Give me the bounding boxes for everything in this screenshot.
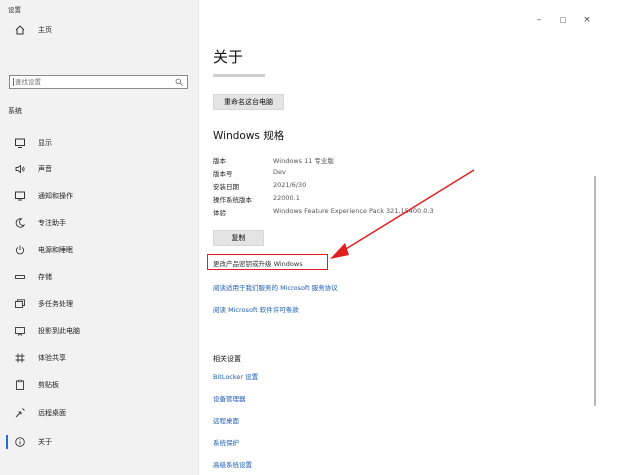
- remote-desktop-link[interactable]: 远程桌面: [213, 415, 239, 425]
- home-icon: [14, 24, 26, 36]
- windows-specs-heading: Windows 规格: [213, 130, 285, 142]
- minimize-button[interactable]: –: [532, 13, 546, 27]
- search-input[interactable]: [15, 77, 170, 87]
- search-box[interactable]: [9, 75, 188, 89]
- rename-pc-button[interactable]: 重命名这台电脑: [213, 94, 284, 110]
- sidebar-item-home[interactable]: 主页: [0, 20, 198, 40]
- main-content: – □ × 关于 重命名这台电脑 Windows 规格 版本 Windows 1…: [199, 0, 619, 475]
- window-title: 设置: [8, 6, 21, 14]
- sidebar-item-sound[interactable]: 声音: [0, 159, 198, 179]
- sidebar-item-notifications[interactable]: 通知和操作: [0, 186, 198, 206]
- sidebar-item-label: 显示: [38, 139, 52, 147]
- sidebar-item-label: 声音: [38, 165, 52, 173]
- sidebar-item-label: 投影到此电脑: [38, 327, 80, 335]
- remote-desktop-icon: [14, 407, 26, 419]
- sidebar-item-focus-assist[interactable]: 专注助手: [0, 213, 198, 233]
- spec-label: 版本: [213, 157, 226, 165]
- service-agreement-link[interactable]: 阅读适用于我们服务的 Microsoft 服务协议: [213, 282, 338, 292]
- info-icon: [14, 436, 26, 448]
- spec-label: 安装日期: [213, 183, 239, 191]
- sidebar-item-projection[interactable]: 投影到此电脑: [0, 321, 198, 341]
- sidebar-item-label: 多任务处理: [38, 300, 73, 308]
- storage-icon: [14, 271, 26, 283]
- spec-label: 体验: [213, 209, 226, 217]
- section-title-system: 系统: [8, 107, 22, 115]
- sidebar-item-power[interactable]: 电源和睡眠: [0, 240, 198, 260]
- related-settings-heading: 相关设置: [213, 355, 241, 363]
- search-icon[interactable]: [175, 78, 183, 86]
- spec-label: 版本号: [213, 170, 233, 178]
- sidebar-item-label: 关于: [38, 438, 52, 446]
- sidebar: 设置 主页 系统 显示 声音 通知和操作 专注助手: [0, 0, 199, 475]
- share-icon: [14, 352, 26, 364]
- sidebar-item-label: 通知和操作: [38, 192, 73, 200]
- close-button[interactable]: ×: [580, 13, 594, 27]
- projection-icon: [14, 325, 26, 337]
- monitor-icon: [14, 137, 26, 149]
- sidebar-item-label: 专注助手: [38, 219, 66, 227]
- license-terms-link[interactable]: 阅读 Microsoft 软件许可条款: [213, 304, 299, 314]
- sidebar-item-display[interactable]: 显示: [0, 133, 198, 153]
- copy-button[interactable]: 复制: [213, 230, 264, 246]
- sidebar-item-label: 存储: [38, 273, 52, 281]
- speaker-icon: [14, 163, 26, 175]
- power-icon: [14, 244, 26, 256]
- spec-value: Windows 11 专业版: [273, 157, 334, 165]
- bitlocker-settings-link[interactable]: BitLocker 设置: [213, 371, 258, 381]
- system-protection-link[interactable]: 系统保护: [213, 437, 239, 447]
- highlight-box: [207, 254, 328, 270]
- sidebar-item-remote-desktop[interactable]: 远程桌面: [0, 403, 198, 423]
- maximize-button[interactable]: □: [556, 13, 570, 27]
- notification-icon: [14, 190, 26, 202]
- multitask-icon: [14, 298, 26, 310]
- spec-value: Dev: [273, 168, 286, 176]
- page-title: 关于: [213, 48, 244, 66]
- sidebar-item-storage[interactable]: 存储: [0, 267, 198, 287]
- spec-value: Windows Feature Experience Pack 321.1540…: [273, 207, 434, 215]
- sidebar-item-label: 远程桌面: [38, 409, 66, 417]
- sidebar-item-about[interactable]: 关于: [0, 432, 198, 452]
- sidebar-item-label: 体验共享: [38, 354, 66, 362]
- moon-icon: [14, 217, 26, 229]
- active-indicator: [6, 435, 8, 449]
- sidebar-item-multitasking[interactable]: 多任务处理: [0, 294, 198, 314]
- spec-label: 操作系统版本: [213, 196, 252, 204]
- sidebar-item-clipboard[interactable]: 剪贴板: [0, 375, 198, 395]
- sidebar-item-label: 剪贴板: [38, 381, 59, 389]
- advanced-system-settings-link[interactable]: 高级系统设置: [213, 459, 252, 469]
- device-name-redacted: [213, 74, 265, 77]
- sidebar-item-label: 主页: [38, 26, 52, 34]
- sidebar-item-shared-experiences[interactable]: 体验共享: [0, 348, 198, 368]
- sidebar-item-label: 电源和睡眠: [38, 246, 73, 254]
- scrollbar[interactable]: [594, 176, 596, 406]
- spec-value: 22000.1: [273, 194, 300, 202]
- text-cursor: [13, 78, 14, 86]
- spec-value: 2021/6/30: [273, 181, 307, 189]
- device-manager-link[interactable]: 设备管理器: [213, 393, 246, 403]
- clipboard-icon: [14, 379, 26, 391]
